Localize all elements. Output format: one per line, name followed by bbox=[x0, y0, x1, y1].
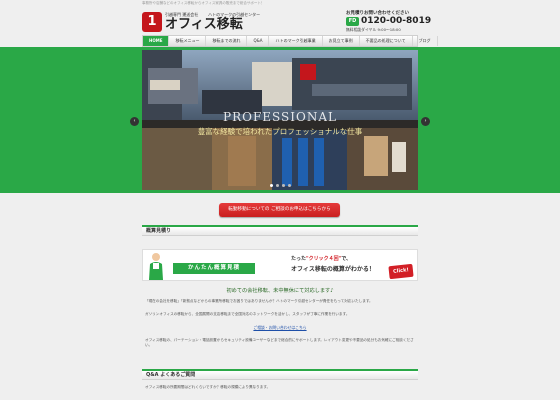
slider-dot[interactable] bbox=[288, 184, 291, 187]
logo-title: オフィス移転 bbox=[165, 17, 243, 32]
freedial-icon: FD bbox=[346, 17, 359, 26]
nav-flow[interactable]: 移転までの流れ bbox=[206, 36, 248, 46]
contact-link[interactable]: ご相談・お問い合わせはこちら bbox=[142, 325, 418, 331]
nav-qa[interactable]: Q&A bbox=[247, 36, 270, 46]
faq-text: オフィス移転の所要期間はどれくらいですか？移転の規模により異なります。 bbox=[145, 385, 271, 389]
site-logo[interactable]: 1 引越専門 運送会社 ハトのマークの引越センター オフィス移転 bbox=[142, 10, 282, 32]
estimate-banner[interactable]: かんたん概算見積 たった"クリック４回"で、 オフィス移転の概算がわかる！ Cl… bbox=[142, 249, 418, 281]
nav-blog[interactable]: ブログ bbox=[413, 36, 438, 46]
intro-paragraph: ガソリンオフィスの移転から、全国展開の支店移転まで全国対応のネットワークを活かし… bbox=[145, 312, 350, 316]
business-hours: 無料相談ダイヤル 9:00～18:00 bbox=[346, 27, 401, 32]
top-note: 事務所や店舗などのオフィス移転からオフィス家具の販売まで総合サポート！ bbox=[142, 1, 265, 5]
nav-menu[interactable]: 移転メニュー bbox=[169, 36, 207, 46]
banner-line-1: たった"クリック４回"で、 bbox=[291, 256, 352, 262]
slider-dots bbox=[270, 184, 291, 187]
slider-prev-icon[interactable]: ‹ bbox=[130, 117, 139, 126]
main-nav: HOME 移転メニュー 移転までの流れ Q&A ハトのマーク引越事業 お見立て事… bbox=[142, 35, 438, 47]
slide-caption-title: PROFESSIONAL bbox=[223, 110, 337, 124]
intro-paragraph: 「現在の会社を移転」「新拠点などからの事業所移転でお困りではありませんか？ハトの… bbox=[145, 299, 373, 303]
banner-click-badge[interactable]: Click! bbox=[388, 263, 414, 280]
contact-block: お見積りお問い合わせください FD 0120-00-8019 無料相談ダイヤル … bbox=[346, 10, 431, 32]
banner-label: かんたん概算見積 bbox=[173, 263, 255, 274]
banner-line-2: オフィス移転の概算がわかる！ bbox=[291, 266, 375, 273]
slider-dot[interactable] bbox=[282, 184, 285, 187]
consultation-button[interactable]: 転勤移動についての ご相談のお申込はこちらから bbox=[219, 203, 340, 217]
intro-lead: 初めての会社移転、未中無休にて対応します♪ bbox=[226, 288, 334, 294]
staff-person-icon bbox=[149, 253, 163, 280]
logo-mark-icon: 1 bbox=[142, 12, 162, 32]
phone-number[interactable]: 0120-00-8019 bbox=[361, 16, 431, 26]
slider-next-icon[interactable]: › bbox=[421, 117, 430, 126]
slide-caption-subtitle: 豊富な経験で培われたプロフェッショナルな仕事 bbox=[197, 127, 363, 136]
slider-dot[interactable] bbox=[276, 184, 279, 187]
intro-paragraph: オフィス移転の、パーテーション・電話設置からセキュリティ設備ユーザーなどまで総合… bbox=[145, 338, 414, 348]
nav-disposal[interactable]: 不要品の処理について bbox=[360, 36, 413, 46]
nav-business[interactable]: ハトのマーク引越事業 bbox=[269, 36, 323, 46]
nav-cases[interactable]: お見立て事例 bbox=[323, 36, 360, 46]
nav-home[interactable]: HOME bbox=[143, 36, 170, 46]
section-heading-faq: Q&A よくあるご質問 bbox=[142, 369, 418, 380]
slider-dot[interactable] bbox=[270, 184, 273, 187]
hero-slider[interactable]: PROFESSIONAL 豊富な経験で培われたプロフェッショナルな仕事 bbox=[142, 50, 418, 190]
section-heading-estimate: 概算見積り bbox=[142, 225, 418, 236]
